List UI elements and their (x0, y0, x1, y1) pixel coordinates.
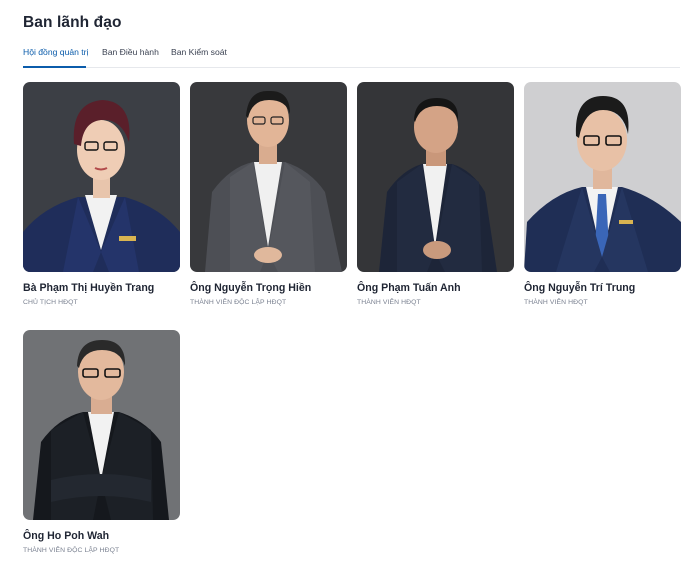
member-role: THÀNH VIÊN HĐQT (524, 299, 588, 306)
member-name: Ông Phạm Tuấn Anh (357, 282, 461, 294)
active-tab-underline (23, 66, 86, 68)
member-name: Ông Nguyễn Trọng Hiền (190, 282, 312, 294)
tab-board-of-directors[interactable]: Hội đồng quản trị (23, 47, 88, 57)
member-photo (23, 330, 180, 520)
tab-executive-board[interactable]: Ban Điều hành (102, 47, 159, 57)
member-name: Ông Nguyễn Trí Trung (524, 282, 636, 294)
member-role: THÀNH VIÊN HĐQT (357, 299, 421, 306)
member-name: Bà Phạm Thị Huyền Trang (23, 282, 155, 294)
member-photo (357, 82, 514, 272)
member-name: Ông Ho Poh Wah (23, 530, 110, 542)
member-role: THÀNH VIÊN ĐỘC LẬP HĐQT (23, 547, 120, 554)
member-photo (23, 82, 180, 272)
member-role: CHỦ TỊCH HĐQT (23, 299, 78, 306)
member-role: THÀNH VIÊN ĐỘC LẬP HĐQT (190, 299, 287, 306)
member-photo (190, 82, 347, 272)
tab-bar: Hội đồng quản trị Ban Điều hành Ban Kiểm… (23, 46, 680, 68)
tab-supervisory-board[interactable]: Ban Kiểm soát (171, 47, 227, 57)
page-title: Ban lãnh đạo (23, 14, 122, 31)
member-photo (524, 82, 681, 272)
